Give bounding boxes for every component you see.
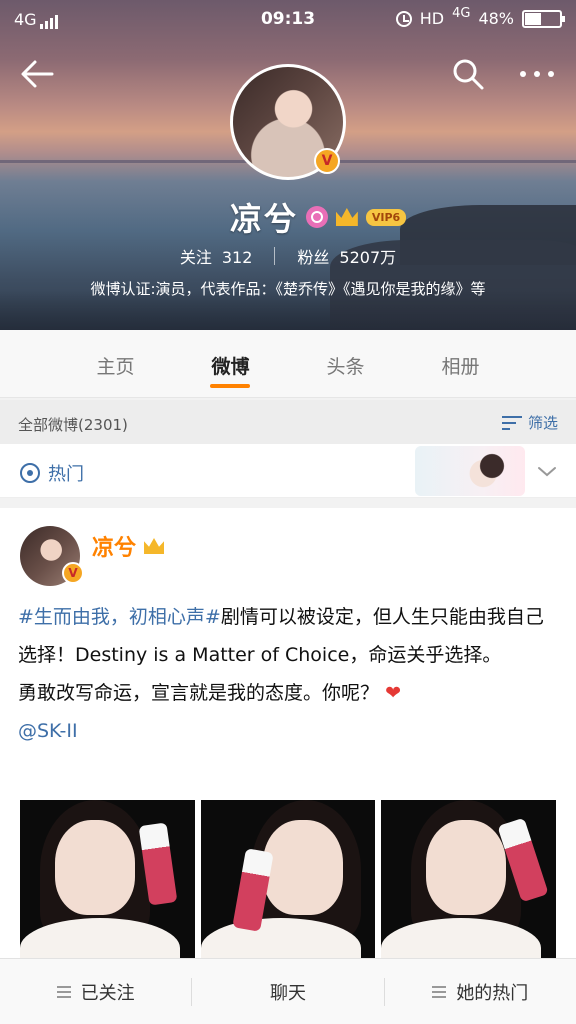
verified-badge-icon: V: [314, 148, 340, 174]
post-photo[interactable]: [20, 800, 195, 960]
followers-label: 粉丝: [297, 248, 330, 267]
followed-button[interactable]: 已关注: [0, 979, 191, 1005]
tab-album[interactable]: 相册: [403, 330, 518, 397]
post-text-part2: 勇敢改写命运，宣言就是我的态度。你呢？: [18, 682, 380, 704]
promo-banner[interactable]: [415, 446, 525, 496]
following-count: 312: [221, 248, 253, 267]
battery-icon: [522, 9, 565, 28]
status-bar: 4G 09:13 HD 4G 48%: [0, 0, 576, 38]
hot-icon: [20, 463, 40, 483]
her-hot-button[interactable]: 她的热门: [385, 979, 576, 1005]
post-hashtag[interactable]: #生而由我，初相心声#: [18, 606, 221, 628]
followers-count: 5207万: [339, 248, 397, 267]
chat-button[interactable]: 聊天: [192, 979, 383, 1005]
post-author-name: 凉兮: [92, 536, 137, 561]
profile-name-line: 凉兮 VIP6: [0, 194, 576, 240]
tab-headlines[interactable]: 头条: [288, 330, 403, 397]
post-photo[interactable]: [381, 800, 557, 960]
crown-icon: [335, 208, 358, 226]
followers-stat[interactable]: 粉丝 5207万: [297, 244, 396, 268]
post-text: #生而由我，初相心声#剧情可以被设定，但人生只能由我自己选择！Destiny i…: [18, 598, 558, 750]
status-right: HD 4G 48%: [395, 6, 565, 28]
weibo-count: 全部微博(2301): [18, 416, 128, 434]
post-photos: [20, 800, 557, 960]
verified-badge-icon: V: [62, 562, 84, 584]
back-arrow-icon[interactable]: [18, 56, 58, 92]
chevron-down-icon[interactable]: [536, 460, 558, 482]
her-hot-label: 她的热门: [456, 982, 529, 1004]
alarm-icon: [395, 10, 412, 27]
post-author[interactable]: 凉兮: [92, 530, 165, 562]
hot-bar: 热门: [0, 444, 576, 498]
weibo-post[interactable]: V 凉兮 #生而由我，初相心声#剧情可以被设定，但人生只能由我自己选择！Dest…: [0, 508, 576, 960]
crown-icon: [144, 538, 165, 554]
more-icon[interactable]: [515, 56, 559, 92]
battery-fill: [525, 12, 542, 25]
tab-home[interactable]: 主页: [58, 330, 173, 397]
heart-icon: ❤: [385, 682, 401, 704]
filter-label: 筛选: [527, 414, 558, 432]
profile-tabs: 主页 微博 头条 相册: [0, 330, 576, 398]
post-mention[interactable]: @SK-II: [18, 720, 78, 742]
followed-label: 已关注: [80, 982, 135, 1004]
music-icon[interactable]: [305, 206, 328, 228]
stats-divider: [274, 247, 276, 265]
profile-stats: 关注 312 粉丝 5207万: [0, 244, 576, 268]
battery-percent: 48%: [478, 9, 514, 28]
filter-button[interactable]: 筛选: [501, 412, 558, 433]
post-photo[interactable]: [200, 800, 376, 960]
hot-button[interactable]: 热门: [20, 460, 84, 486]
tab-weibo[interactable]: 微博: [173, 330, 288, 397]
profile-cover: 4G 09:13 HD 4G 48% V 凉兮 VIP6 关注 312 粉丝 5…: [0, 0, 576, 330]
profile-bio: 微博认证:演员，代表作品：《楚乔传》《遇见你是我的缘》等: [90, 280, 486, 298]
search-icon[interactable]: [450, 56, 486, 92]
hd-label: HD: [419, 9, 445, 28]
profile-name: 凉兮: [229, 200, 298, 238]
following-stat[interactable]: 关注 312: [180, 244, 253, 268]
filter-icon: [501, 415, 522, 431]
chat-label: 聊天: [269, 982, 306, 1004]
bottom-bar: 已关注 聊天 她的热门: [0, 958, 576, 1024]
following-label: 关注: [179, 248, 212, 267]
menu-icon: [432, 985, 447, 998]
network2-label: 4G: [452, 6, 471, 21]
vip-badge[interactable]: VIP6: [365, 208, 407, 226]
menu-icon: [56, 985, 71, 998]
hot-label: 热门: [48, 464, 84, 485]
filter-bar: 全部微博(2301) 筛选: [0, 400, 576, 444]
